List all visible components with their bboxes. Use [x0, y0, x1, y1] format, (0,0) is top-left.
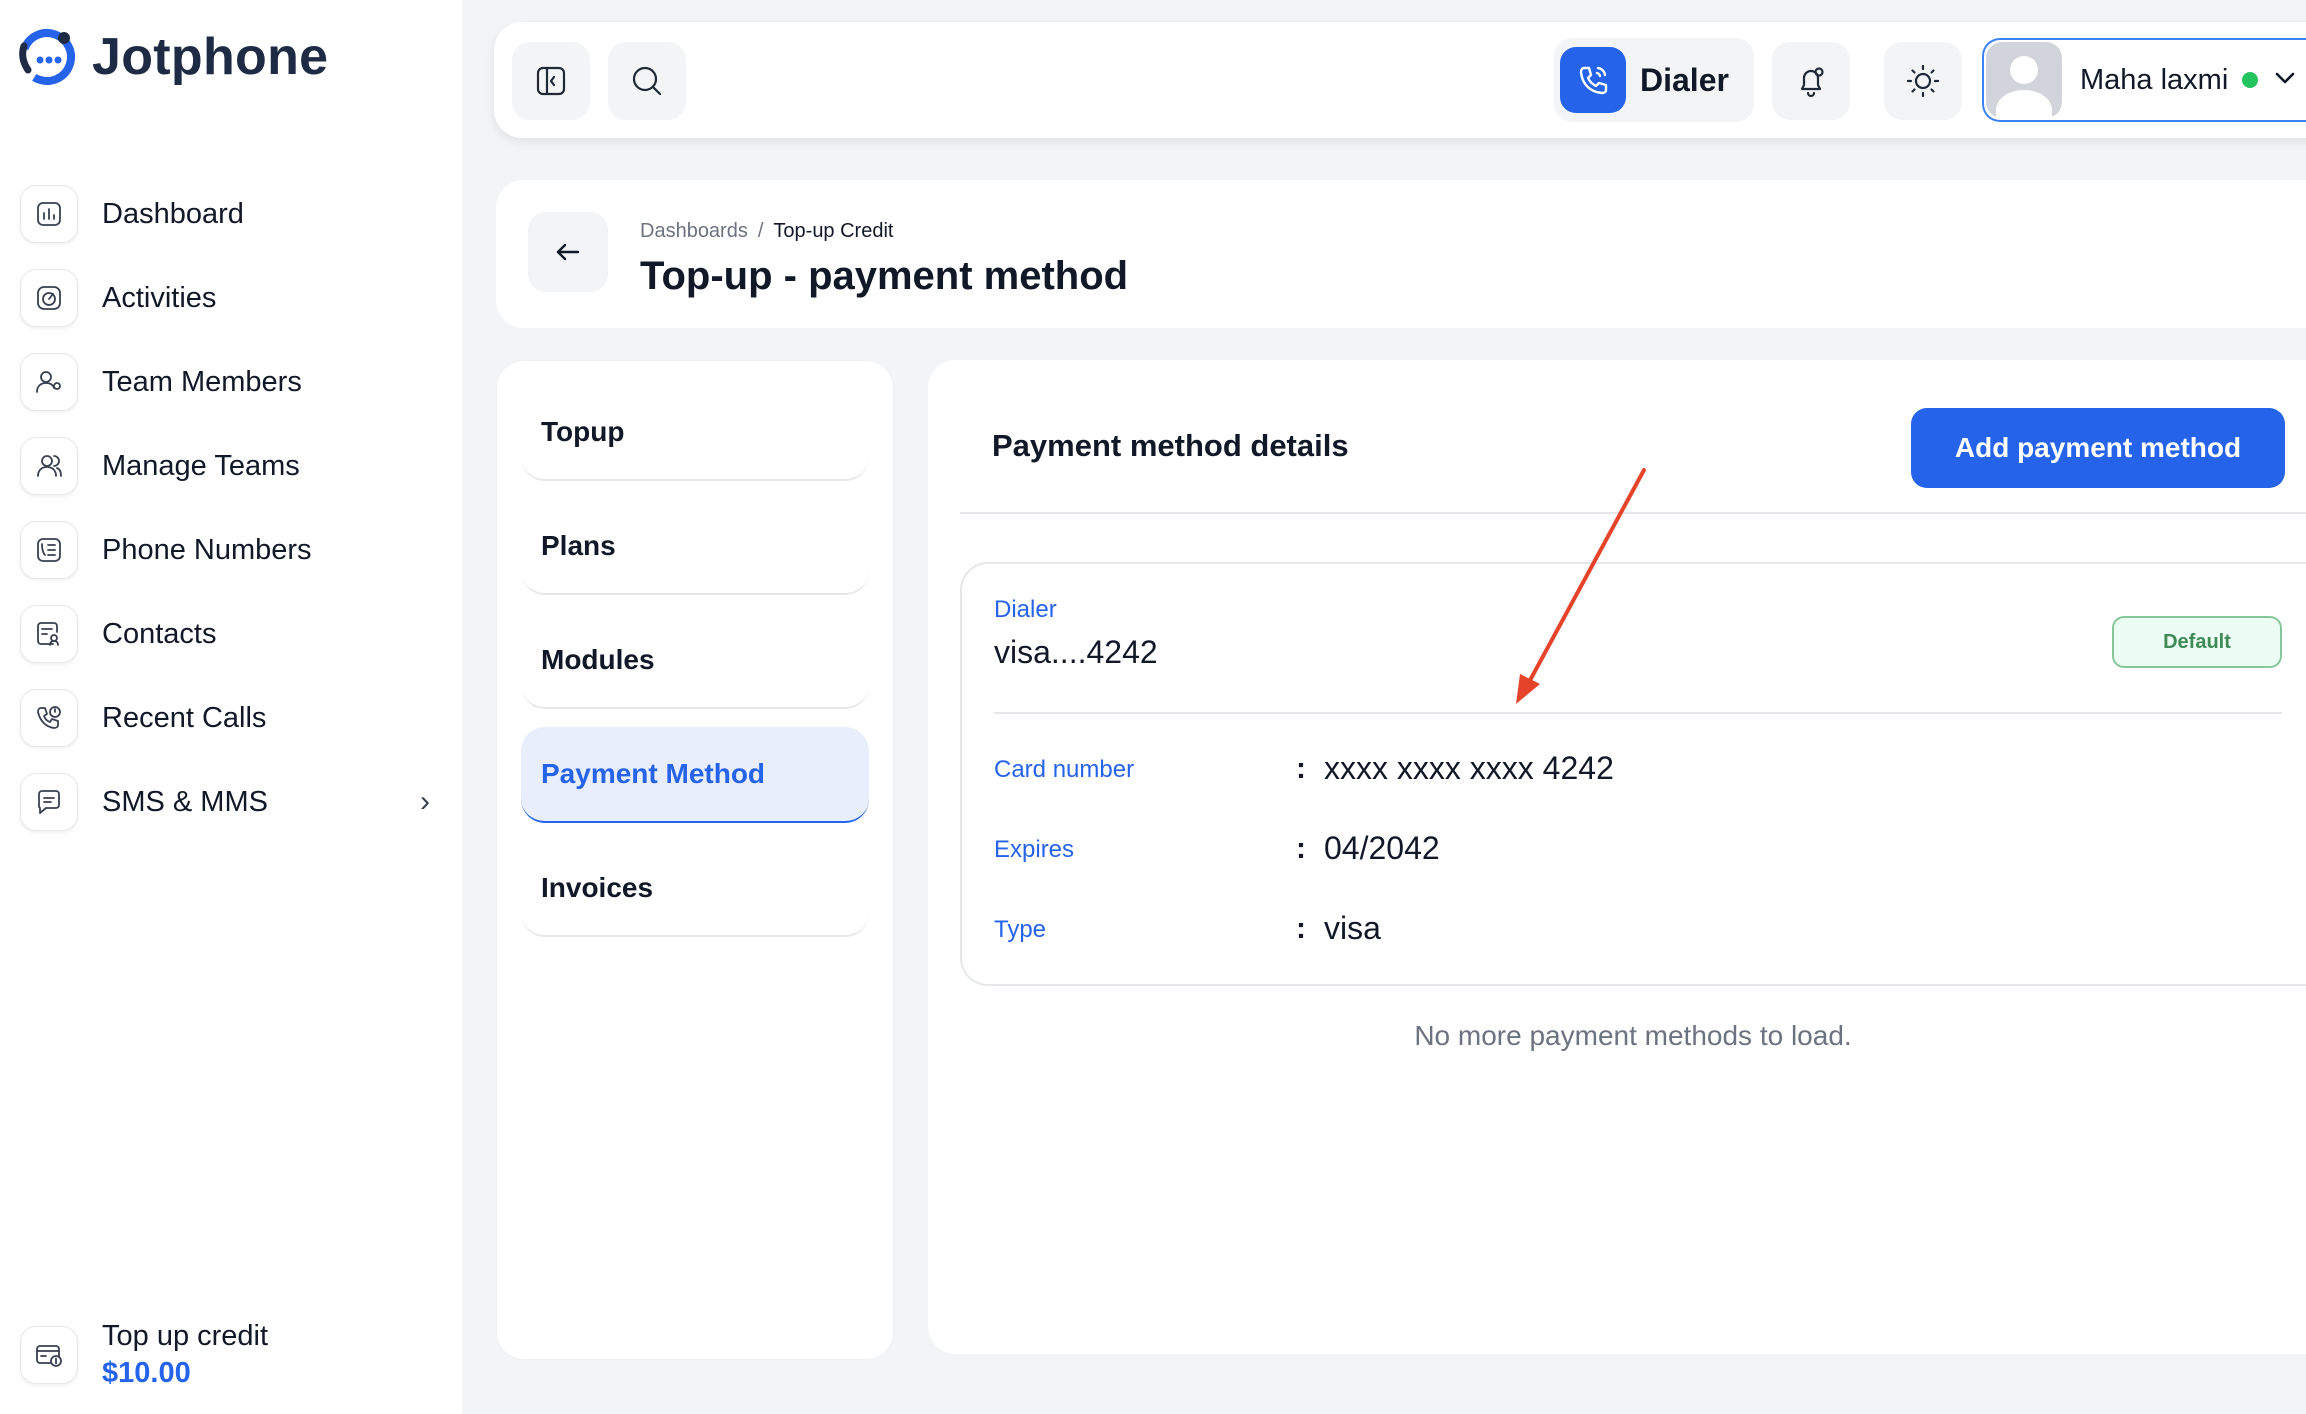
colon: :	[1296, 912, 1306, 945]
expires-label: Expires	[994, 836, 1075, 863]
app-logo[interactable]: Jotphone	[14, 24, 328, 90]
breadcrumb-current: Top-up Credit	[773, 220, 894, 242]
sidebar-item-label: Recent Calls	[102, 701, 267, 734]
online-status-dot	[2242, 72, 2259, 88]
avatar	[1986, 42, 2062, 118]
add-payment-method-button[interactable]: Add payment method	[1911, 408, 2285, 488]
team-member-icon	[20, 353, 78, 411]
chevron-down-icon	[2272, 65, 2298, 96]
top-bar: Dialer Maha laxmi	[494, 22, 2306, 138]
sidebar-item-label: Phone Numbers	[102, 533, 312, 566]
search-icon	[632, 66, 662, 96]
tab-invoices[interactable]: Invoices	[521, 841, 869, 937]
top-up-credit[interactable]: Top up credit $10.00	[20, 1320, 268, 1390]
colon: :	[1296, 752, 1306, 785]
payment-method-panel: Payment method details Add payment metho…	[928, 360, 2306, 1354]
sidebar-item-contacts[interactable]: Contacts	[20, 592, 430, 676]
arrow-left-icon	[556, 243, 580, 261]
type-label: Type	[994, 916, 1047, 943]
tab-plans[interactable]: Plans	[521, 499, 869, 595]
dialer-button[interactable]: Dialer	[1554, 38, 1754, 122]
card-number-value: xxxx xxxx xxxx 4242	[1324, 750, 1614, 786]
page-title: Top-up - payment method	[640, 254, 1129, 298]
sidebar-item-manage-teams[interactable]: Manage Teams	[20, 424, 430, 508]
user-name: Maha laxmi	[2080, 63, 2229, 96]
sidebar-item-label: SMS & MMS	[102, 785, 268, 818]
sidebar-item-label: Activities	[102, 281, 217, 314]
wallet-icon	[20, 1326, 78, 1384]
notifications-button[interactable]	[1772, 42, 1850, 120]
card-label: Dialer	[994, 596, 1057, 623]
search-button[interactable]	[608, 42, 686, 120]
tab-payment-method[interactable]: Payment Method	[521, 727, 869, 823]
toggle-sidebar-button[interactable]	[512, 42, 590, 120]
back-button[interactable]	[528, 212, 608, 292]
topup-tabs: Topup Plans Modules Payment Method Invoi…	[496, 360, 894, 1360]
sidebar-nav: Dashboard Activities Team Members Manage…	[20, 172, 430, 844]
sidebar-item-sms-mms[interactable]: SMS & MMS ›	[20, 760, 430, 844]
sidebar-item-label: Dashboard	[102, 197, 244, 230]
sidebar-item-label: Manage Teams	[102, 449, 300, 482]
sun-icon	[1906, 64, 1940, 98]
colon: :	[1296, 832, 1306, 865]
message-icon	[20, 773, 78, 831]
phone-icon	[1560, 47, 1626, 113]
app-name: Jotphone	[92, 28, 329, 86]
chevron-right-icon[interactable]: ›	[420, 785, 430, 819]
divider	[994, 712, 2282, 714]
section-title: Payment method details	[992, 428, 1349, 463]
jotphone-logo-icon	[18, 29, 75, 85]
recent-calls-icon	[20, 689, 78, 747]
payment-method-card[interactable]: Dialer visa....4242 Default Card number …	[960, 562, 2306, 986]
divider	[960, 512, 2306, 514]
default-badge: Default	[2112, 616, 2282, 668]
breadcrumb: Dashboards / Top-up Credit	[640, 220, 893, 243]
tab-modules[interactable]: Modules	[521, 613, 869, 709]
credit-amount: $10.00	[102, 1357, 191, 1389]
no-more-message: No more payment methods to load.	[1414, 1020, 1852, 1051]
user-menu[interactable]: Maha laxmi	[1982, 38, 2306, 122]
activity-icon	[20, 269, 78, 327]
sidebar-item-phone-numbers[interactable]: Phone Numbers	[20, 508, 430, 592]
sidebar-item-recent-calls[interactable]: Recent Calls	[20, 676, 430, 760]
breadcrumb-dashboards[interactable]: Dashboards	[640, 220, 748, 242]
expires-value: 04/2042	[1324, 830, 1440, 866]
dialer-label: Dialer	[1640, 61, 1729, 98]
theme-toggle-button[interactable]	[1884, 42, 1962, 120]
breadcrumb-separator: /	[757, 220, 764, 242]
tab-topup[interactable]: Topup	[521, 385, 869, 481]
page-header: Dashboards / Top-up Credit Top-up - paymen…	[496, 180, 2306, 328]
sidebar-item-label: Contacts	[102, 617, 217, 650]
card-name: visa....4242	[994, 634, 1158, 670]
sidebar-item-label: Team Members	[102, 365, 302, 398]
sidebar-toggle-icon	[536, 66, 566, 96]
card-number-label: Card number	[994, 756, 1135, 783]
sidebar-item-dashboard[interactable]: Dashboard	[20, 172, 430, 256]
contacts-icon	[20, 605, 78, 663]
type-value: visa	[1324, 910, 1381, 946]
chart-icon	[20, 185, 78, 243]
sidebar-item-activities[interactable]: Activities	[20, 256, 430, 340]
phone-list-icon	[20, 521, 78, 579]
bell-icon	[1800, 67, 1824, 98]
teams-icon	[20, 437, 78, 495]
sidebar-item-team-members[interactable]: Team Members	[20, 340, 430, 424]
credit-label: Top up credit	[102, 1320, 269, 1352]
sidebar: Jotphone Dashboard Activities Team Membe…	[0, 0, 462, 1414]
